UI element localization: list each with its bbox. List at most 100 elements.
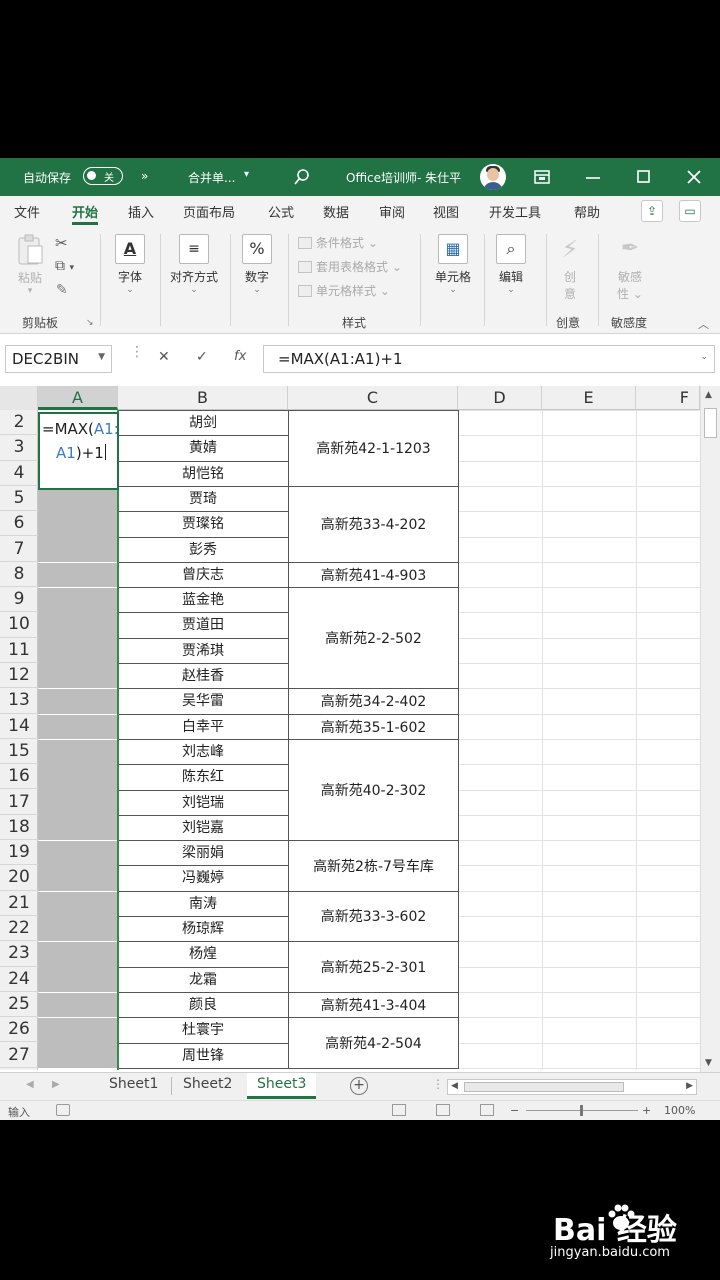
scroll-down-icon[interactable]: ▼ bbox=[705, 1058, 712, 1068]
collapse-ribbon-icon[interactable]: ︿ bbox=[698, 316, 709, 332]
tab-review[interactable]: 审阅 bbox=[379, 202, 405, 221]
row-header[interactable]: 14 bbox=[0, 714, 38, 739]
address-cell[interactable]: 高新苑41-4-903 bbox=[288, 561, 459, 588]
row-header[interactable]: 8 bbox=[0, 562, 38, 588]
row-header[interactable]: 9 bbox=[0, 587, 38, 613]
column-header-b[interactable]: B bbox=[118, 386, 288, 410]
copy-icon[interactable]: ⧉ ▾ bbox=[55, 258, 74, 274]
name-cell[interactable]: 南涛 bbox=[118, 890, 288, 916]
editing-button[interactable]: ⌕ 编辑 ⌄ bbox=[494, 234, 528, 295]
merged-cell-a[interactable] bbox=[38, 738, 118, 841]
select-all-corner[interactable] bbox=[0, 386, 38, 410]
font-button[interactable]: A 字体 ⌄ bbox=[112, 234, 148, 295]
row-header[interactable]: 22 bbox=[0, 916, 38, 942]
name-cell[interactable]: 刘志峰 bbox=[118, 738, 288, 764]
name-cell[interactable]: 蓝金艳 bbox=[118, 587, 288, 612]
enter-icon[interactable]: ✓ bbox=[196, 349, 208, 365]
sheet-tab-2[interactable]: Sheet2 bbox=[183, 1076, 232, 1092]
cell-styles-button[interactable]: 单元格样式 ⌄ bbox=[298, 282, 390, 299]
name-cell[interactable]: 贾浠琪 bbox=[118, 637, 288, 663]
row-header[interactable]: 3 bbox=[0, 435, 38, 461]
row-header[interactable]: 16 bbox=[0, 764, 38, 790]
address-cell[interactable]: 高新苑35-1-602 bbox=[288, 713, 459, 739]
address-cell[interactable]: 高新苑41-3-404 bbox=[288, 991, 459, 1018]
tab-insert[interactable]: 插入 bbox=[128, 202, 154, 221]
scroll-thumb[interactable] bbox=[704, 408, 717, 438]
address-cell[interactable]: 高新苑25-2-301 bbox=[288, 941, 459, 992]
merged-cell-a[interactable] bbox=[38, 485, 118, 562]
name-cell[interactable]: 贾琦 bbox=[118, 485, 288, 511]
address-cell[interactable]: 高新苑40-2-302 bbox=[288, 738, 459, 841]
merged-cell-a[interactable] bbox=[38, 1017, 118, 1068]
column-header-e[interactable]: E bbox=[542, 386, 636, 410]
formula-input[interactable]: =MAX(A1:A1)+1 ⌄ bbox=[263, 345, 715, 373]
row-header[interactable]: 10 bbox=[0, 612, 38, 638]
row-header[interactable]: 15 bbox=[0, 739, 38, 765]
name-cell[interactable]: 贾道田 bbox=[118, 612, 288, 637]
add-sheet-icon[interactable]: + bbox=[350, 1077, 368, 1095]
name-cell[interactable]: 冯巍婷 bbox=[118, 865, 288, 890]
column-header-d[interactable]: D bbox=[458, 386, 542, 410]
name-cell[interactable]: 龙霜 bbox=[118, 966, 288, 992]
address-cell[interactable]: 高新苑2栋-7号车库 bbox=[288, 840, 459, 891]
row-header[interactable]: 2 bbox=[0, 410, 38, 436]
row-header[interactable]: 21 bbox=[0, 891, 38, 916]
name-cell[interactable]: 胡恺铭 bbox=[118, 460, 288, 486]
tab-file[interactable]: 文件 bbox=[14, 202, 40, 221]
name-cell[interactable]: 吴华雷 bbox=[118, 688, 288, 713]
row-header[interactable]: 18 bbox=[0, 815, 38, 841]
next-sheet-icon[interactable]: ▶ bbox=[52, 1079, 60, 1090]
row-header[interactable]: 7 bbox=[0, 537, 38, 562]
zoom-out-button[interactable]: − bbox=[510, 1104, 519, 1117]
row-header[interactable]: 13 bbox=[0, 688, 38, 714]
merged-cell-a[interactable] bbox=[38, 941, 118, 992]
page-layout-view-icon[interactable] bbox=[436, 1104, 450, 1116]
name-cell[interactable]: 杨琼辉 bbox=[118, 916, 288, 941]
format-painter-icon[interactable]: ✎ bbox=[56, 282, 68, 298]
name-cell[interactable]: 黄婧 bbox=[118, 435, 288, 460]
column-header-c[interactable]: C bbox=[288, 386, 458, 410]
row-header[interactable]: 27 bbox=[0, 1043, 38, 1068]
address-cell[interactable]: 高新苑33-3-602 bbox=[288, 890, 459, 942]
row-header[interactable]: 26 bbox=[0, 1017, 38, 1043]
paste-button[interactable]: 粘贴 ▾ bbox=[10, 234, 50, 296]
address-cell[interactable]: 高新苑33-4-202 bbox=[288, 485, 459, 562]
tab-formulas[interactable]: 公式 bbox=[268, 202, 294, 221]
tab-developer[interactable]: 开发工具 bbox=[489, 202, 541, 221]
zoom-slider-thumb[interactable] bbox=[580, 1105, 583, 1116]
close-icon[interactable] bbox=[687, 170, 701, 184]
h-scroll-thumb[interactable] bbox=[464, 1082, 624, 1092]
row-header[interactable]: 4 bbox=[0, 461, 38, 486]
row-header[interactable]: 5 bbox=[0, 486, 38, 512]
tab-data[interactable]: 数据 bbox=[323, 202, 349, 221]
page-break-view-icon[interactable] bbox=[480, 1104, 494, 1116]
autosave-toggle[interactable]: 关 bbox=[83, 167, 123, 185]
merged-cell-a[interactable] bbox=[38, 991, 118, 1018]
tab-view[interactable]: 视图 bbox=[433, 202, 459, 221]
row-header[interactable]: 17 bbox=[0, 790, 38, 815]
sheet-tab-1[interactable]: Sheet1 bbox=[109, 1076, 158, 1092]
scroll-right-icon[interactable]: ▶ bbox=[686, 1081, 693, 1091]
merged-cell-a[interactable] bbox=[38, 713, 118, 739]
row-header[interactable]: 19 bbox=[0, 840, 38, 866]
ideas-button[interactable]: ⚡ 创 意 bbox=[555, 234, 585, 302]
maximize-icon[interactable] bbox=[637, 170, 650, 183]
vertical-scrollbar[interactable]: ▲ ▼ bbox=[700, 386, 720, 1072]
format-as-table-button[interactable]: 套用表格格式 ⌄ bbox=[298, 258, 402, 275]
insert-function-icon[interactable]: fx bbox=[234, 349, 246, 364]
zoom-level[interactable]: 100% bbox=[664, 1104, 695, 1117]
expand-formula-icon[interactable]: ⌄ bbox=[700, 352, 708, 362]
name-cell[interactable]: 刘铠瑞 bbox=[118, 789, 288, 815]
name-cell[interactable]: 贾璨铭 bbox=[118, 511, 288, 536]
row-header[interactable]: 24 bbox=[0, 967, 38, 992]
user-avatar[interactable] bbox=[480, 164, 506, 190]
row-header[interactable]: 23 bbox=[0, 941, 38, 967]
name-cell[interactable]: 彭秀 bbox=[118, 536, 288, 562]
merged-cell-a[interactable] bbox=[38, 840, 118, 891]
alignment-button[interactable]: ≡ 对齐方式 ⌄ bbox=[166, 234, 222, 295]
horizontal-scrollbar[interactable]: ◀ ▶ bbox=[447, 1079, 697, 1095]
column-header-a[interactable]: A bbox=[38, 386, 118, 410]
number-format-button[interactable]: % 数字 ⌄ bbox=[240, 234, 274, 295]
name-cell[interactable]: 赵桂香 bbox=[118, 663, 288, 688]
ribbon-display-icon[interactable] bbox=[534, 170, 550, 184]
